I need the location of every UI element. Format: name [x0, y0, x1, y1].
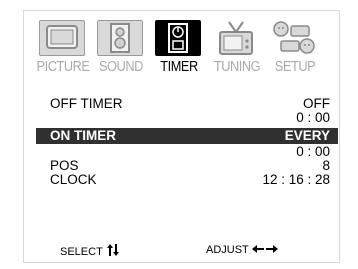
tv-screen-icon: [39, 20, 85, 56]
on-timer-row[interactable]: ON TIMER EVERY: [36, 128, 338, 144]
on-timer-time-row: 0 : 00: [36, 145, 338, 159]
on-timer-mode: EVERY: [284, 128, 330, 143]
timer-settings-list: OFF TIMER OFF 0 : 00 ON TIMER EVERY 0 : …: [36, 97, 338, 187]
on-timer-time: 0 : 00: [296, 144, 330, 159]
speaker-icon: [97, 20, 143, 56]
pos-row[interactable]: POS 8: [36, 159, 338, 173]
tab-label: TUNING: [213, 58, 261, 75]
tab-sound[interactable]: SOUND: [92, 19, 150, 75]
off-timer-row[interactable]: OFF TIMER OFF: [36, 97, 338, 111]
off-timer-time-row: 0 : 00: [36, 111, 338, 125]
setup-devices-icon: [271, 20, 317, 56]
off-timer-mode: OFF: [303, 96, 330, 111]
antenna-tv-icon: [213, 20, 259, 56]
pos-label: POS: [50, 158, 79, 173]
select-hint: SELECT: [60, 244, 120, 258]
off-timer-time: 0 : 00: [296, 110, 330, 125]
up-down-arrows-icon: [106, 244, 119, 256]
off-timer-label: OFF TIMER: [50, 96, 123, 111]
clock-label: CLOCK: [50, 172, 97, 187]
tab-label: PICTURE: [36, 58, 90, 75]
pos-value: 8: [322, 158, 330, 173]
tab-label: TIMER: [160, 58, 198, 75]
tab-setup[interactable]: SETUP: [266, 19, 324, 75]
adjust-hint: ADJUST: [206, 244, 278, 256]
timer-icon: [155, 20, 201, 56]
on-timer-label: ON TIMER: [50, 128, 116, 143]
clock-value: 12 : 16 : 28: [262, 172, 330, 187]
tab-label: SETUP: [274, 58, 316, 75]
tab-tuning[interactable]: TUNING: [208, 19, 266, 75]
left-right-arrows-icon: [251, 245, 278, 253]
tab-label: SOUND: [99, 58, 143, 75]
tab-timer[interactable]: TIMER: [150, 19, 208, 75]
select-label: SELECT: [60, 246, 103, 258]
clock-row[interactable]: CLOCK 12 : 16 : 28: [36, 173, 338, 187]
menu-tabs: PICTURE SOUND TIMER TUNING SETUP: [34, 19, 334, 75]
tv-menu-panel: PICTURE SOUND TIMER TUNING SETUP OFF TIM…: [23, 10, 340, 263]
adjust-label: ADJUST: [206, 244, 249, 256]
tab-picture[interactable]: PICTURE: [34, 19, 92, 75]
